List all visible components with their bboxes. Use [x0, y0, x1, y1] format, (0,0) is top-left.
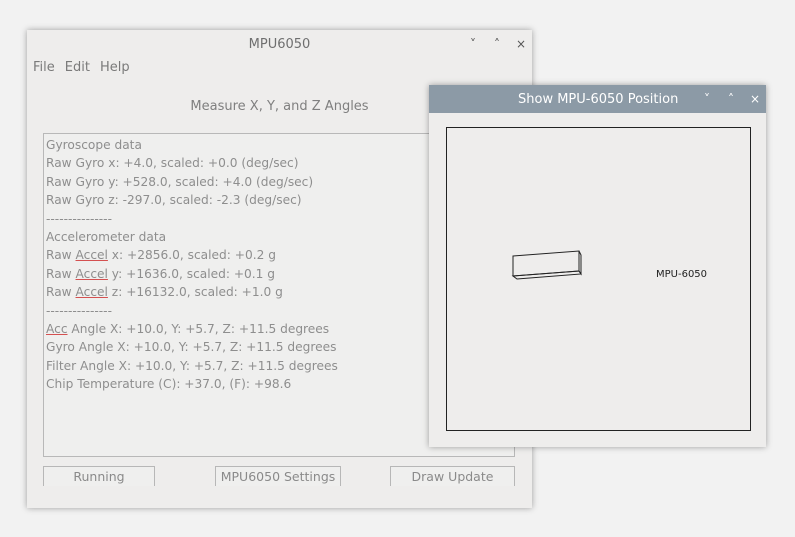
running-button[interactable]: Running: [43, 466, 155, 486]
maximize-icon[interactable]: ˄: [726, 92, 736, 106]
menu-bar: File Edit Help: [33, 60, 130, 75]
chip-label: MPU-6050: [656, 269, 708, 280]
close-icon[interactable]: ×: [516, 37, 526, 51]
draw-update-button[interactable]: Draw Update: [390, 466, 515, 486]
menu-file[interactable]: File: [33, 60, 55, 75]
misspelled-word: Accel: [75, 285, 108, 300]
misspelled-word: Acc: [46, 322, 68, 337]
misspelled-word: Accel: [75, 266, 108, 281]
misspelled-word: Accel: [75, 248, 108, 263]
button-row: Running MPU6050 Settings Draw Update: [43, 466, 515, 486]
main-window-controls: ˅ ˄ ×: [468, 30, 526, 58]
mpu6050-settings-button[interactable]: MPU6050 Settings: [215, 466, 341, 486]
position-window-controls: ˅ ˄ ×: [702, 85, 760, 113]
maximize-icon[interactable]: ˄: [492, 37, 502, 51]
position-window: Show MPU-6050 Position ˅ ˄ × MPU-6050: [429, 85, 766, 447]
chip-bottom-face: [511, 270, 582, 280]
main-window-title: MPU6050: [248, 36, 311, 52]
menu-edit[interactable]: Edit: [65, 60, 90, 75]
position-canvas: MPU-6050: [446, 127, 751, 431]
menu-help[interactable]: Help: [100, 60, 130, 75]
minimize-icon[interactable]: ˅: [468, 37, 478, 51]
close-icon[interactable]: ×: [750, 92, 760, 106]
main-titlebar[interactable]: MPU6050 ˅ ˄ ×: [27, 30, 532, 58]
minimize-icon[interactable]: ˅: [702, 92, 712, 106]
position-window-title: Show MPU-6050 Position: [518, 91, 679, 107]
position-titlebar[interactable]: Show MPU-6050 Position ˅ ˄ ×: [429, 85, 766, 113]
